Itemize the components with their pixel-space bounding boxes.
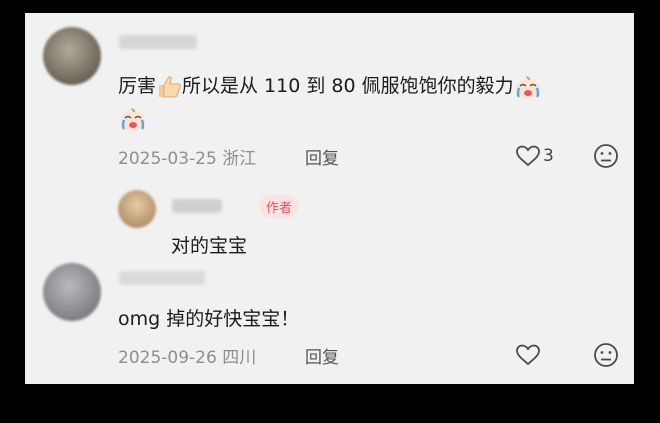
username[interactable] [119, 271, 205, 289]
frown-icon[interactable] [593, 143, 619, 169]
crying-baby-emoji [515, 75, 540, 99]
heart-outline-icon[interactable] [515, 144, 541, 168]
comment-date: 2025-09-26 [118, 348, 217, 368]
username[interactable] [172, 199, 222, 217]
crying-baby-emoji [121, 108, 145, 131]
comment-meta: 2025-03-25 浙江 [118, 144, 256, 169]
comment-location: 浙江 [222, 149, 257, 169]
avatar[interactable] [43, 27, 101, 85]
comment-text: omg 掉的好快宝宝！ [118, 308, 300, 330]
frown-icon[interactable] [593, 342, 619, 368]
heart-outline-icon[interactable] [515, 343, 541, 367]
reply-button[interactable]: 回复 [305, 343, 339, 368]
author-badge: 作者 [259, 195, 300, 218]
comment-text: 厉害 所以是从 110 到 80 佩服饱饱你的毅力 [118, 71, 542, 100]
avatar[interactable] [43, 263, 101, 321]
like-count: 3 [543, 146, 554, 166]
comment-panel: 厉害 所以是从 110 到 80 佩服饱饱你的毅力 2025-03-25 浙江 回… [25, 13, 634, 384]
comment-meta: 2025-09-26 四川 [118, 343, 256, 368]
avatar[interactable] [118, 190, 156, 228]
comment-text: 对的宝宝 [171, 235, 248, 257]
comment-location: 四川 [222, 348, 257, 368]
comment-date: 2025-03-25 [118, 149, 217, 169]
username[interactable] [119, 35, 197, 50]
reply-button[interactable]: 回复 [305, 144, 339, 169]
thumbs-up-emoji [159, 75, 181, 97]
